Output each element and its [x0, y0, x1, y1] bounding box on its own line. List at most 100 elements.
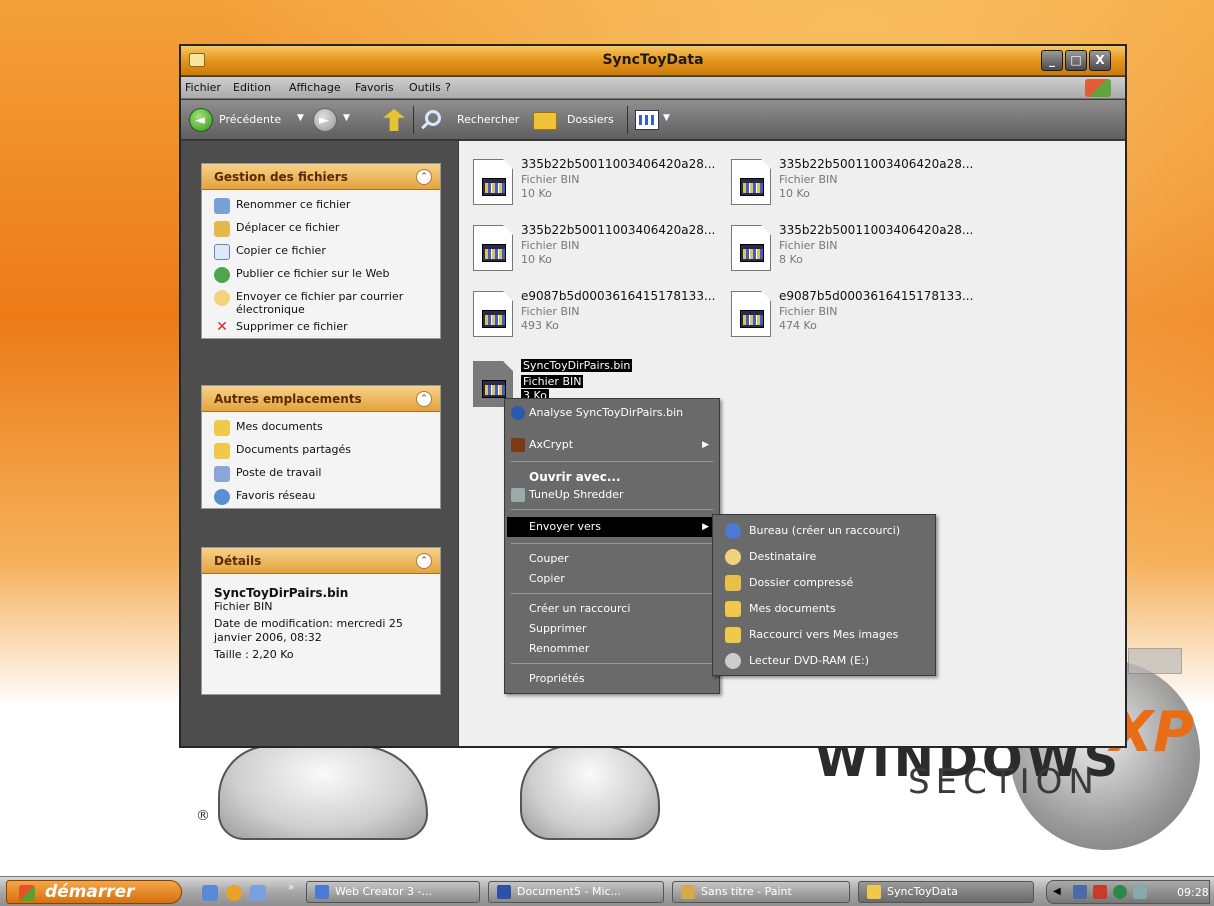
- logo-start-text: start: [848, 788, 883, 806]
- taskbar-button-synctoydata[interactable]: SyncToyData: [858, 881, 1034, 903]
- details-size: Taille : 2,20 Ko: [214, 648, 294, 661]
- menu-create-shortcut[interactable]: Créer un raccourci: [507, 599, 717, 619]
- menu-outils[interactable]: Outils: [409, 81, 441, 94]
- file-item[interactable]: e9087b5d0003616415178133... Fichier BIN …: [463, 289, 716, 347]
- quicklaunch-more-icon[interactable]: »: [288, 882, 294, 893]
- taskbar-label: Sans titre - Paint: [701, 885, 792, 898]
- menu-favoris[interactable]: Favoris: [355, 81, 394, 94]
- folders-icon[interactable]: [533, 112, 557, 130]
- file-size: 8 Ko: [779, 253, 803, 266]
- panel-header[interactable]: Gestion des fichiers ⌃: [202, 164, 440, 190]
- taskbar-button-web-creator[interactable]: Web Creator 3 -...: [306, 881, 480, 903]
- menu-delete[interactable]: Supprimer: [507, 619, 717, 639]
- file-name: e9087b5d0003616415178133...: [521, 289, 716, 303]
- collapse-icon[interactable]: ⌃: [416, 169, 432, 185]
- taskbar-button-paint[interactable]: Sans titre - Paint: [672, 881, 850, 903]
- place-my-computer[interactable]: Poste de travail: [214, 466, 430, 489]
- file-item[interactable]: 335b22b50011003406420a28... Fichier BIN …: [721, 223, 973, 281]
- panel-title: Détails: [214, 554, 262, 568]
- menu-fichier[interactable]: Fichier: [185, 81, 221, 94]
- task-publish[interactable]: Publier ce fichier sur le Web: [214, 267, 430, 290]
- panel-header[interactable]: Détails ⌃: [202, 548, 440, 574]
- minimize-button[interactable]: _: [1041, 50, 1063, 71]
- bin-file-icon: [473, 291, 513, 337]
- menu-open-with[interactable]: Ouvrir avec...: [507, 467, 717, 487]
- analyse-icon: [511, 406, 525, 420]
- taskbar-label: SyncToyData: [887, 885, 958, 898]
- taskbar-button-word[interactable]: Document5 - Mic...: [488, 881, 664, 903]
- search-button[interactable]: Rechercher: [457, 113, 519, 126]
- place-shared-documents[interactable]: Documents partagés: [214, 443, 430, 466]
- file-item[interactable]: 335b22b50011003406420a28... Fichier BIN …: [463, 157, 715, 215]
- views-dropdown-icon[interactable]: ▼: [663, 113, 670, 123]
- file-item[interactable]: 335b22b50011003406420a28... Fichier BIN …: [463, 223, 716, 281]
- task-label: Déplacer ce fichier: [236, 221, 340, 234]
- file-type: Fichier BIN: [521, 375, 584, 388]
- forward-button[interactable]: ►: [313, 108, 337, 132]
- file-name: 335b22b50011003406420a28...: [779, 157, 974, 171]
- back-dropdown-icon[interactable]: ▼: [297, 113, 304, 123]
- taskbar: démarrer » Web Creator 3 -... Document5 …: [0, 876, 1214, 906]
- windows-logo-icon: [19, 885, 35, 901]
- menu-edition[interactable]: Edition: [233, 81, 271, 94]
- menu-affichage[interactable]: Affichage: [289, 81, 341, 94]
- menu-axcrypt[interactable]: AxCrypt ▶: [507, 435, 717, 455]
- menu-bar: Fichier Edition Affichage Favoris Outils…: [181, 77, 1125, 99]
- mail-icon: [214, 290, 230, 306]
- up-folder-icon[interactable]: [383, 109, 405, 131]
- task-move[interactable]: Déplacer ce fichier: [214, 221, 430, 244]
- paint-icon: [681, 885, 695, 899]
- menu-rename[interactable]: Renommer: [507, 639, 717, 659]
- send-to-desktop[interactable]: Bureau (créer un raccourci): [715, 519, 933, 543]
- task-copy[interactable]: Copier ce fichier: [214, 244, 430, 267]
- collapse-icon[interactable]: ⌃: [416, 391, 432, 407]
- task-delete[interactable]: ✕ Supprimer ce fichier: [214, 320, 430, 343]
- send-to-mail-recipient[interactable]: Destinataire: [715, 545, 933, 569]
- network-tray-icon[interactable]: [1073, 885, 1087, 899]
- send-to-dvd-drive[interactable]: Lecteur DVD-RAM (E:): [715, 649, 933, 673]
- file-size: 10 Ko: [521, 253, 552, 266]
- menu-tuneup-shredder[interactable]: TuneUp Shredder: [507, 485, 717, 505]
- back-label[interactable]: Précédente: [219, 113, 281, 126]
- file-name: 335b22b50011003406420a28...: [521, 223, 716, 237]
- start-button[interactable]: démarrer: [6, 880, 182, 904]
- menu-analyse[interactable]: Analyse SyncToyDirPairs.bin: [507, 403, 717, 423]
- security-tray-icon[interactable]: [1113, 885, 1127, 899]
- menu-properties[interactable]: Propriétés: [507, 669, 717, 689]
- menu-help[interactable]: ?: [445, 81, 451, 94]
- zonealarm-tray-icon[interactable]: [1093, 885, 1107, 899]
- menu-cut[interactable]: Couper: [507, 549, 717, 569]
- menu-copy[interactable]: Copier: [507, 569, 717, 589]
- quicklaunch-desktop-icon[interactable]: [202, 885, 218, 901]
- task-rename[interactable]: Renommer ce fichier: [214, 198, 430, 221]
- send-to-my-documents[interactable]: Mes documents: [715, 597, 933, 621]
- place-my-documents[interactable]: Mes documents: [214, 420, 430, 443]
- monitor-tray-icon[interactable]: [1133, 885, 1147, 899]
- task-email[interactable]: Envoyer ce fichier par courrier électron…: [214, 290, 430, 320]
- menu-separator: [511, 461, 713, 462]
- context-menu: Analyse SyncToyDirPairs.bin AxCrypt ▶ Ouv…: [504, 398, 720, 694]
- tray-expand-icon[interactable]: ◀: [1053, 885, 1067, 899]
- quicklaunch-browser-icon[interactable]: [226, 885, 242, 901]
- forward-dropdown-icon[interactable]: ▼: [343, 113, 350, 123]
- submenu-label: Dossier compressé: [749, 576, 854, 589]
- web-creator-icon: [315, 885, 329, 899]
- clock[interactable]: 09:28: [1177, 886, 1209, 899]
- menu-send-to[interactable]: Envoyer vers ▶: [507, 517, 717, 537]
- file-item[interactable]: 335b22b50011003406420a28... Fichier BIN …: [721, 157, 974, 215]
- title-bar[interactable]: SyncToyData _ □ X: [181, 46, 1125, 76]
- maximize-button[interactable]: □: [1065, 50, 1087, 71]
- desktop-shortcut-icon: [725, 523, 741, 539]
- submenu-label: Raccourci vers Mes images: [749, 628, 899, 641]
- folders-button[interactable]: Dossiers: [567, 113, 614, 126]
- back-button[interactable]: ◄: [189, 108, 213, 132]
- send-to-compressed-folder[interactable]: Dossier compressé: [715, 571, 933, 595]
- file-item[interactable]: e9087b5d0003616415178133... Fichier BIN …: [721, 289, 973, 347]
- views-icon[interactable]: [635, 110, 659, 130]
- close-button[interactable]: X: [1089, 50, 1111, 71]
- quicklaunch-media-icon[interactable]: [250, 885, 266, 901]
- collapse-icon[interactable]: ⌃: [416, 553, 432, 569]
- panel-header[interactable]: Autres emplacements ⌃: [202, 386, 440, 412]
- send-to-my-pictures[interactable]: Raccourci vers Mes images: [715, 623, 933, 647]
- place-network[interactable]: Favoris réseau: [214, 489, 430, 512]
